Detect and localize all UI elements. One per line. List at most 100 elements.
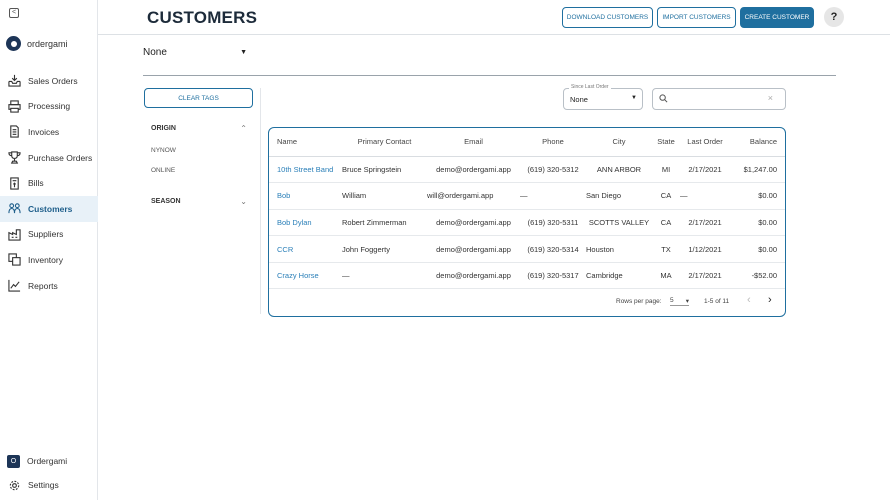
tag-group-label: ORIGIN — [151, 125, 176, 132]
search-input[interactable] — [671, 92, 761, 107]
help-icon[interactable]: ? — [824, 7, 844, 27]
cell-phone: (619) 320-5317 — [520, 262, 586, 290]
line-chart-icon — [7, 279, 21, 293]
customers-table-card: Name Primary Contact Email Phone City St… — [268, 127, 786, 317]
customer-filter-select[interactable]: None ▼ — [143, 44, 247, 60]
sidebar-item-suppliers[interactable]: Suppliers — [0, 222, 98, 248]
column-header-name[interactable]: Name — [269, 128, 342, 157]
column-header-last-order[interactable]: Last Order — [680, 128, 730, 157]
cell-email: demo@ordergami.app — [427, 156, 520, 184]
cell-primary-contact: William — [342, 182, 427, 210]
clear-tags-button[interactable]: CLEAR TAGS — [144, 88, 253, 108]
sidebar-item-processing[interactable]: Processing — [0, 94, 98, 120]
chevron-down-icon: ⌄ — [240, 197, 247, 206]
tags-panel-divider — [260, 88, 261, 314]
rows-per-page-select[interactable]: 5 ▾ — [670, 297, 689, 306]
cell-city: Houston — [586, 235, 652, 263]
column-header-balance[interactable]: Balance — [730, 128, 785, 157]
cell-email: will@ordergami.app — [427, 182, 520, 210]
brand[interactable]: ordergami — [6, 36, 68, 51]
people-icon — [7, 202, 21, 216]
sidebar-item-customers[interactable]: Customers — [0, 195, 98, 222]
since-last-order-label: Since Last Order — [569, 84, 611, 90]
sidebar-item-label: Bills — [28, 178, 44, 189]
tag-group-season[interactable]: SEASON ⌄ — [151, 197, 247, 206]
column-header-email[interactable]: Email — [427, 128, 520, 157]
column-header-phone[interactable]: Phone — [520, 128, 586, 157]
sidebar-item-label: Customers — [28, 203, 73, 214]
cell-phone: (619) 320-5311 — [520, 209, 586, 237]
pagination-range: 1-5 of 11 — [704, 298, 730, 305]
caret-down-icon: ▼ — [631, 95, 637, 101]
printer-icon — [7, 99, 21, 113]
receipt-icon — [7, 176, 21, 190]
next-page-icon[interactable]: › — [768, 294, 772, 306]
cell-state: MI — [652, 156, 680, 184]
sidebar-nav: Sales Orders Processing Invoices Purchas… — [0, 68, 98, 298]
tag-group-label: SEASON — [151, 198, 181, 205]
filter-divider — [143, 75, 836, 76]
sidebar-item-label: Reports — [28, 280, 58, 291]
column-header-primary-contact[interactable]: Primary Contact — [342, 128, 427, 157]
column-header-state[interactable]: State — [652, 128, 680, 157]
table-row[interactable]: Crazy Horse — demo@ordergami.app (619) 3… — [269, 262, 785, 290]
customer-name-link[interactable]: Bob Dylan — [269, 209, 342, 237]
create-customer-button[interactable]: CREATE CUSTOMER — [740, 7, 814, 28]
cell-state: CA — [652, 182, 680, 210]
gear-icon — [7, 478, 21, 492]
filter-value: None — [143, 46, 167, 58]
sidebar-bottom: O Ordergami Settings — [0, 449, 98, 497]
sidebar-item-sales-orders[interactable]: Sales Orders — [0, 68, 98, 94]
boxes-icon — [7, 253, 21, 267]
customer-name-link[interactable]: CCR — [269, 235, 342, 263]
sidebar-item-settings[interactable]: Settings — [0, 473, 98, 497]
tag-group-origin[interactable]: ORIGIN ⌃ — [151, 124, 247, 133]
tag-option-online[interactable]: ONLINE — [151, 167, 175, 174]
search-field[interactable]: × — [652, 88, 786, 110]
customer-name-link[interactable]: Bob — [269, 182, 342, 210]
inbox-tray-icon — [7, 74, 21, 88]
download-customers-button[interactable]: DOWNLOAD CUSTOMERS — [562, 7, 653, 28]
trophy-icon — [7, 151, 21, 165]
since-last-order-value: None — [570, 95, 588, 104]
rows-per-page-label: Rows per page: — [616, 298, 662, 305]
previous-page-icon[interactable]: ‹ — [747, 294, 751, 306]
brand-name: ordergami — [27, 38, 68, 49]
table-row[interactable]: 10th Street Band Bruce Springstein demo@… — [269, 156, 785, 184]
customer-name-link[interactable]: 10th Street Band — [269, 156, 342, 184]
sidebar-item-bills[interactable]: Bills — [0, 170, 98, 196]
header-divider — [98, 34, 890, 35]
collapse-sidebar-icon[interactable]: < — [9, 8, 19, 18]
column-header-city[interactable]: City — [586, 128, 652, 157]
cell-balance: $0.00 — [730, 235, 785, 263]
import-customers-button[interactable]: IMPORT CUSTOMERS — [657, 7, 736, 28]
sidebar-item-label: Processing — [28, 101, 71, 112]
cell-state: CA — [652, 209, 680, 237]
tag-option-nynow[interactable]: NYNOW — [151, 147, 176, 154]
cell-phone: — — [520, 182, 586, 210]
table-row[interactable]: CCR John Foggerty demo@ordergami.app (61… — [269, 235, 785, 263]
cell-primary-contact: — — [342, 262, 427, 290]
sidebar-item-label: Purchase Orders — [28, 152, 93, 163]
table-row[interactable]: Bob William will@ordergami.app — San Die… — [269, 182, 785, 210]
cell-balance: $1,247.00 — [730, 156, 785, 184]
sidebar-item-label: Settings — [28, 480, 59, 490]
page-title: CUSTOMERS — [147, 8, 258, 27]
since-last-order-select[interactable]: Since Last Order None ▼ — [563, 84, 643, 110]
cell-email: demo@ordergami.app — [427, 209, 520, 237]
table-row[interactable]: Bob Dylan Robert Zimmerman demo@ordergam… — [269, 209, 785, 237]
document-icon — [7, 125, 21, 139]
cell-balance: $0.00 — [730, 209, 785, 237]
sidebar-item-invoices[interactable]: Invoices — [0, 119, 98, 145]
customer-name-link[interactable]: Crazy Horse — [269, 262, 342, 290]
chevron-up-icon: ⌃ — [240, 124, 247, 133]
table-pagination: Rows per page: 5 ▾ 1-5 of 11 ‹ › — [269, 288, 785, 316]
sidebar-item-purchase-orders[interactable]: Purchase Orders — [0, 145, 98, 171]
clear-search-icon[interactable]: × — [768, 93, 773, 103]
sidebar-item-label: Inventory — [28, 254, 63, 265]
cell-phone: (619) 320-5312 — [520, 156, 586, 184]
sidebar-item-inventory[interactable]: Inventory — [0, 247, 98, 273]
cell-last-order: 2/17/2021 — [680, 156, 730, 184]
org-switcher[interactable]: O Ordergami — [0, 449, 98, 473]
sidebar-item-reports[interactable]: Reports — [0, 273, 98, 299]
